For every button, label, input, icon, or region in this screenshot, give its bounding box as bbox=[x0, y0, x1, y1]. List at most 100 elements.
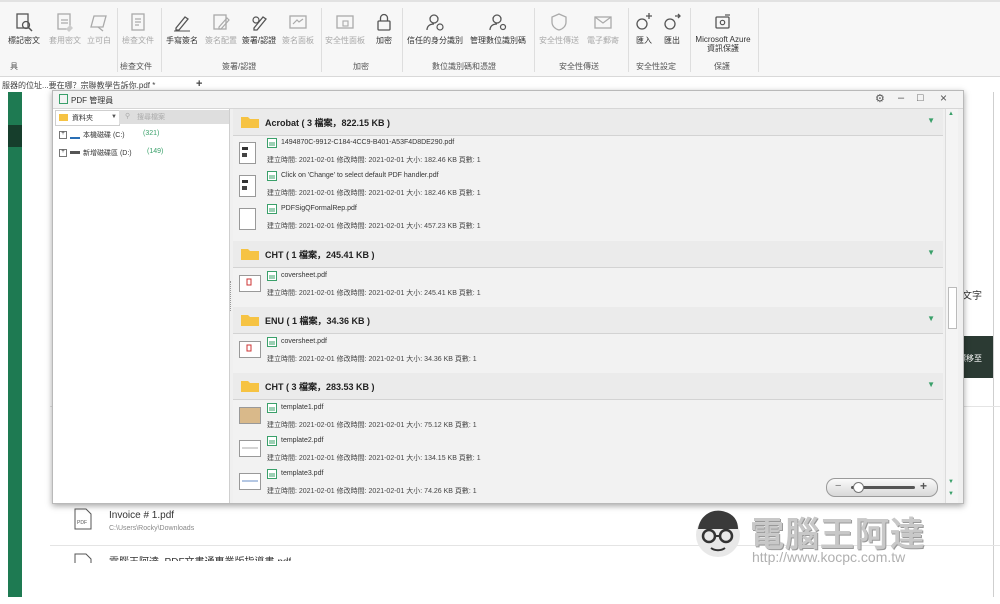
file-item[interactable]: coversheet.pdf 建立時間: 2021-02-01 修改時間: 20… bbox=[233, 269, 943, 302]
pdf-file-icon bbox=[267, 171, 277, 181]
recent-file-path: C:\Users\Rocky\Downloads bbox=[109, 525, 195, 532]
apply-redact-label: 套用密文 bbox=[49, 36, 81, 45]
file-item[interactable]: template2.pdf 建立時間: 2021-02-01 修改時間: 202… bbox=[233, 434, 943, 467]
file-meta: 建立時間: 2021-02-01 修改時間: 2021-02-01 大小: 75… bbox=[267, 422, 477, 429]
file-item[interactable]: template1.pdf 建立時間: 2021-02-01 修改時間: 202… bbox=[233, 401, 943, 434]
close-button[interactable]: × bbox=[940, 91, 947, 105]
drive-icon bbox=[70, 151, 80, 154]
minimize-button[interactable]: – bbox=[898, 92, 904, 104]
pdf-thumbnail-icon bbox=[239, 341, 261, 358]
sign-certify-button[interactable]: 簽署/認證 bbox=[240, 8, 278, 58]
folder-header-acrobat[interactable]: Acrobat ( 3 檔案，822.15 KB ) ▼ bbox=[233, 109, 943, 136]
encrypt-button[interactable]: 加密 bbox=[368, 8, 400, 58]
group-label-digital-id: 數位識別碼和憑證 bbox=[432, 62, 496, 71]
pdf-manager-title: PDF 管理員 bbox=[71, 96, 114, 105]
recent-file-name[interactable]: Invoice # 1.pdf bbox=[109, 510, 174, 521]
chevron-down-icon[interactable]: ▼ bbox=[927, 116, 935, 125]
folder-header-cht-templates[interactable]: CHT ( 3 檔案，283.53 KB ) ▼ bbox=[233, 373, 943, 400]
mark-redact-button[interactable]: 標記密文 bbox=[2, 8, 46, 58]
ribbon-separator bbox=[402, 8, 403, 72]
maximize-button[interactable]: □ bbox=[917, 92, 924, 104]
folder-name: CHT ( 3 檔案，283.53 KB ) bbox=[265, 382, 375, 392]
file-item[interactable]: Click on 'Change' to select default PDF … bbox=[233, 169, 943, 202]
file-name: PDFSigQFormalRep.pdf bbox=[281, 205, 357, 212]
chevron-down-icon[interactable]: ▼ bbox=[927, 314, 935, 323]
folder-header-enu[interactable]: ENU ( 1 檔案，34.36 KB ) ▼ bbox=[233, 307, 943, 334]
scroll-down-icon[interactable]: ▼ bbox=[948, 479, 954, 485]
file-item[interactable]: coversheet.pdf 建立時間: 2021-02-01 修改時間: 20… bbox=[233, 335, 943, 368]
pdf-thumbnail-icon bbox=[239, 175, 256, 197]
thumbnail-zoom-slider[interactable]: − + bbox=[826, 478, 938, 497]
background-text: 文字 bbox=[962, 291, 982, 302]
file-meta: 建立時間: 2021-02-01 修改時間: 2021-02-01 大小: 34… bbox=[267, 356, 477, 363]
azure-protect-icon bbox=[713, 12, 733, 32]
file-meta: 建立時間: 2021-02-01 修改時間: 2021-02-01 大小: 74… bbox=[267, 488, 477, 495]
tab-folders[interactable]: 資料夾 ▼ bbox=[55, 110, 120, 126]
chevron-down-icon: ▼ bbox=[111, 114, 117, 120]
recent-file-name[interactable]: 電腦王阿達_PDF文書通專業版指導書.pdf bbox=[109, 553, 291, 561]
import-icon bbox=[634, 12, 654, 32]
pdf-file-icon: PDF bbox=[74, 508, 92, 530]
azure-protect-button[interactable]: Microsoft Azure 資訊保護 bbox=[692, 8, 754, 58]
settings-icon[interactable]: ⚙ bbox=[875, 92, 885, 105]
file-name: template3.pdf bbox=[281, 470, 324, 477]
folder-header-cht[interactable]: CHT ( 1 檔案，245.41 KB ) ▼ bbox=[233, 241, 943, 268]
ribbon-separator bbox=[690, 8, 691, 72]
expand-icon[interactable]: + bbox=[59, 149, 67, 157]
export-label: 匯出 bbox=[664, 36, 680, 45]
inspect-document-button[interactable]: 檢查文件 bbox=[119, 8, 157, 58]
sign-certify-icon bbox=[249, 12, 269, 32]
trusted-identity-icon bbox=[425, 12, 445, 32]
tab-search-files[interactable]: ⚲ 搜尋檔案 bbox=[119, 110, 229, 124]
folder-icon bbox=[59, 114, 68, 121]
zoom-out-button[interactable]: − bbox=[835, 480, 841, 492]
file-name: template2.pdf bbox=[281, 437, 324, 444]
email-button[interactable]: 電子郵寄 bbox=[582, 8, 624, 58]
manage-digital-id-button[interactable]: 管理數位識別碼 bbox=[466, 8, 530, 58]
whiteout-button[interactable]: 立可白 bbox=[84, 8, 114, 58]
chevron-down-icon[interactable]: ▼ bbox=[927, 248, 935, 257]
ribbon-separator bbox=[628, 8, 629, 72]
drive-name: 本機磁碟 (C:) bbox=[83, 132, 125, 139]
signature-config-button[interactable]: 簽名配置 bbox=[202, 8, 240, 58]
add-tab-button[interactable]: + bbox=[196, 78, 202, 90]
file-item[interactable]: PDFSigQFormalRep.pdf 建立時間: 2021-02-01 修改… bbox=[233, 202, 943, 235]
trusted-identity-button[interactable]: 信任的身分識別 bbox=[404, 8, 466, 58]
drive-count: (149) bbox=[147, 148, 164, 155]
signature-panel-button[interactable]: 簽名面板 bbox=[278, 8, 318, 58]
zoom-in-button[interactable]: + bbox=[920, 479, 927, 493]
apply-redact-icon bbox=[55, 12, 75, 32]
zoom-knob[interactable] bbox=[853, 482, 865, 493]
tree-drive-d[interactable]: + 新增磁碟區 (D:) (149) bbox=[59, 147, 219, 159]
pdf-thumbnail-icon bbox=[239, 473, 261, 490]
scrollbar-thumb[interactable] bbox=[948, 287, 957, 329]
expand-icon[interactable]: + bbox=[59, 131, 67, 139]
side-nav-selected[interactable] bbox=[8, 125, 22, 147]
secure-send-button[interactable]: 安全性傳送 bbox=[536, 8, 582, 58]
mark-redact-icon bbox=[14, 12, 34, 32]
export-button[interactable]: 匯出 bbox=[658, 8, 686, 58]
group-label-encrypt: 加密 bbox=[353, 62, 369, 71]
pdf-file-icon bbox=[267, 469, 277, 479]
side-nav-bar bbox=[8, 92, 22, 597]
apply-redact-button[interactable]: 套用密文 bbox=[46, 8, 84, 58]
import-button[interactable]: 匯入 bbox=[630, 8, 658, 58]
signature-config-icon bbox=[211, 12, 231, 32]
group-label-sign: 簽署/認證 bbox=[222, 62, 257, 71]
handwrite-sign-label: 手寫簽名 bbox=[166, 36, 198, 45]
whiteout-icon bbox=[89, 12, 109, 32]
tree-drive-c[interactable]: + 本機磁碟 (C:) (321) bbox=[59, 129, 219, 141]
handwrite-sign-button[interactable]: 手寫簽名 bbox=[162, 8, 202, 58]
scroll-bottom-icon[interactable]: ▼ bbox=[948, 491, 954, 497]
manage-digital-id-icon bbox=[488, 12, 508, 32]
chevron-down-icon[interactable]: ▼ bbox=[927, 380, 935, 389]
pdf-file-icon bbox=[267, 337, 277, 347]
file-meta: 建立時間: 2021-02-01 修改時間: 2021-02-01 大小: 24… bbox=[267, 290, 481, 297]
ribbon-top-border bbox=[0, 0, 1000, 2]
security-panel-button[interactable]: 安全性面板 bbox=[322, 8, 368, 58]
pdf-manager-titlebar[interactable]: PDF 管理員 ⚙ – □ × bbox=[53, 91, 963, 109]
file-item[interactable]: 1494870C-9912-C184-4CC9-B401-A53F4D8DE29… bbox=[233, 136, 943, 169]
file-list-scrollbar[interactable]: ▲ ▼ ▼ bbox=[945, 109, 958, 503]
security-panel-label: 安全性面板 bbox=[325, 36, 365, 45]
scroll-up-icon[interactable]: ▲ bbox=[948, 111, 954, 117]
